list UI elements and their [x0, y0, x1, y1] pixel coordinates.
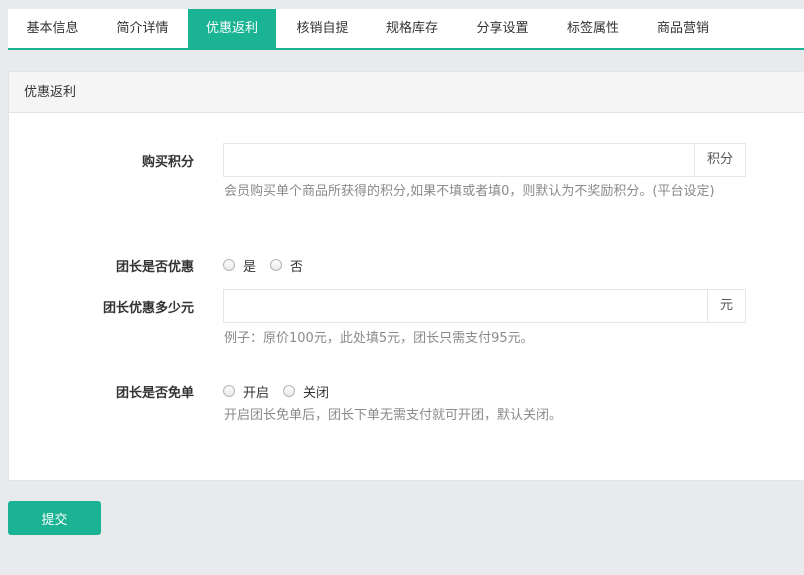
radio-label: 否 [290, 259, 304, 275]
tab-product-marketing[interactable]: 商品营销 [636, 9, 730, 48]
leader-discount-radio-group: 是 否 [223, 255, 317, 275]
points-input[interactable] [224, 144, 694, 176]
leader-free-label: 团长是否免单 [115, 386, 194, 401]
radio-label: 关闭 [303, 385, 330, 401]
leader-amount-help: 例子：原价100元，此处填5元，团长只需支付95元。 [224, 331, 534, 346]
panel-title: 优惠返利 [9, 72, 804, 113]
radio-circle-icon[interactable] [223, 385, 235, 397]
leader-discount-yes[interactable]: 是 [223, 256, 256, 275]
leader-free-on[interactable]: 开启 [223, 382, 269, 401]
radio-circle-icon[interactable] [270, 259, 283, 271]
tab-discount-rebate[interactable]: 优惠返利 [188, 9, 276, 48]
leader-amount-input[interactable] [224, 290, 707, 322]
tab-bar: 基本信息 简介详情 优惠返利 核销自提 规格库存 分享设置 标签属性 商品营销 [8, 9, 804, 50]
leader-discount-label: 团长是否优惠 [115, 260, 194, 275]
tab-tag-attributes[interactable]: 标签属性 [550, 9, 636, 48]
leader-discount-no[interactable]: 否 [270, 256, 303, 275]
points-help: 会员购买单个商品所获得的积分,如果不填或者填0，则默认为不奖励积分。(平台设定) [224, 184, 715, 199]
submit-button[interactable]: 提交 [8, 501, 101, 535]
radio-circle-icon[interactable] [223, 259, 235, 271]
tab-share-settings[interactable]: 分享设置 [455, 9, 550, 48]
leader-free-radio-group: 开启 关闭 [223, 381, 343, 401]
leader-free-help: 开启团长免单后，团长下单无需支付就可开团，默认关闭。 [224, 408, 563, 423]
leader-amount-label: 团长优惠多少元 [102, 301, 194, 316]
leader-free-off[interactable]: 关闭 [283, 382, 329, 401]
radio-label: 是 [243, 259, 257, 275]
tab-spec-stock[interactable]: 规格库存 [369, 9, 455, 48]
leader-amount-input-group: 元 [223, 289, 746, 323]
points-label: 购买积分 [141, 155, 194, 170]
tab-description[interactable]: 简介详情 [97, 9, 188, 48]
points-input-group: 积分 [223, 143, 746, 177]
points-addon: 积分 [693, 144, 745, 176]
tab-basic-info[interactable]: 基本信息 [8, 9, 97, 48]
discount-panel: 优惠返利 购买积分 积分 会员购买单个商品所获得的积分,如果不填或者填0，则默认… [8, 71, 804, 481]
tab-verification-pickup[interactable]: 核销自提 [276, 9, 369, 48]
radio-label: 开启 [243, 385, 270, 401]
radio-circle-icon[interactable] [283, 385, 296, 397]
leader-amount-addon: 元 [706, 290, 745, 322]
